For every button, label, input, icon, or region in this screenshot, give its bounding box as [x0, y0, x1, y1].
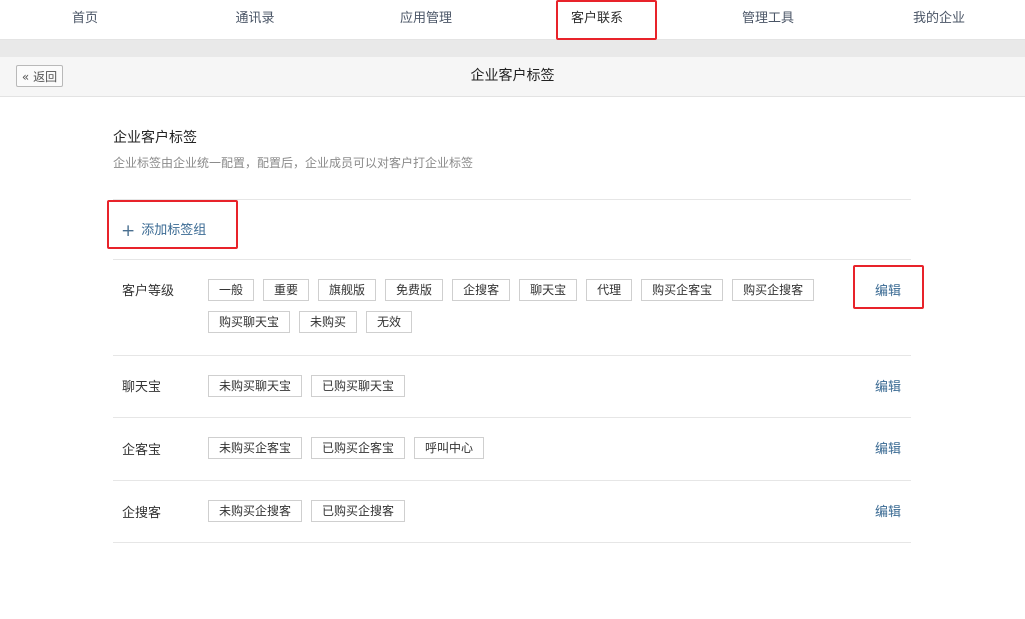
plus-icon: +	[121, 221, 136, 241]
edit-group-button[interactable]: 编辑	[875, 280, 901, 299]
edit-group-button[interactable]: 编辑	[875, 501, 901, 520]
nav-home[interactable]: 首页	[45, 0, 125, 39]
nav-management-tools[interactable]: 管理工具	[728, 0, 808, 39]
tag[interactable]: 未购买企搜客	[208, 500, 303, 522]
tag-list: 未购买聊天宝 已购买聊天宝	[208, 375, 848, 407]
nav-app-management[interactable]: 应用管理	[386, 0, 466, 39]
tag[interactable]: 未购买	[299, 311, 358, 333]
section-title: 企业客户标签	[113, 130, 197, 146]
tag-group-row: 企客宝 未购买企客宝 已购买企客宝 呼叫中心 编辑	[113, 418, 911, 480]
tag[interactable]: 已购买企搜客	[311, 500, 406, 522]
tag-group-name: 客户等级	[122, 284, 175, 299]
nav-customer-contact[interactable]: 客户联系	[557, 0, 637, 39]
tag[interactable]: 未购买聊天宝	[208, 375, 303, 397]
tag[interactable]: 已购买企客宝	[311, 437, 406, 459]
tag[interactable]: 一般	[208, 279, 255, 301]
tag[interactable]: 代理	[586, 279, 633, 301]
tag[interactable]: 未购买企客宝	[208, 437, 303, 459]
edit-group-button[interactable]: 编辑	[875, 376, 901, 395]
tag-group-name: 企搜客	[122, 506, 162, 521]
tag-group-row: 企搜客 未购买企搜客 已购买企搜客 编辑	[113, 481, 911, 542]
tag[interactable]: 购买聊天宝	[208, 311, 291, 333]
tag[interactable]: 购买企搜客	[732, 279, 815, 301]
tag-list: 一般 重要 旗舰版 免费版 企搜客 聊天宝 代理 购买企客宝 购买企搜客购买聊天宝 未购买 无效	[208, 279, 848, 343]
tag-list: 未购买企客宝 已购买企客宝 呼叫中心	[208, 437, 848, 469]
top-navigation: 首页 通讯录 应用管理 客户联系 管理工具 我的企业	[0, 0, 1025, 40]
page-title: 企业客户标签	[470, 68, 555, 84]
edit-group-button[interactable]: 编辑	[875, 438, 901, 457]
nav-contacts[interactable]: 通讯录	[215, 0, 295, 39]
tag-group-name: 企客宝	[122, 443, 162, 458]
divider	[113, 542, 911, 543]
tag-group-row: 客户等级 一般 重要 旗舰版 免费版 企搜客 聊天宝 代理 购买企客宝 购买企搜客购买聊天宝 未购…	[113, 260, 911, 355]
tag[interactable]: 无效	[366, 311, 413, 333]
add-tag-group-label: 添加标签组	[141, 223, 207, 238]
tag[interactable]: 已购买聊天宝	[311, 375, 406, 397]
add-tag-group-button[interactable]: + 添加标签组	[121, 219, 206, 241]
back-button[interactable]: « 返回	[16, 65, 63, 87]
tag-list: 未购买企搜客 已购买企搜客	[208, 500, 848, 532]
tag[interactable]: 免费版	[385, 279, 444, 301]
tag[interactable]: 呼叫中心	[414, 437, 485, 459]
tag[interactable]: 企搜客	[452, 279, 511, 301]
section-description: 企业标签由企业统一配置，配置后，企业成员可以对客户打企业标签	[113, 156, 474, 170]
tag-group-name: 聊天宝	[122, 380, 162, 395]
nav-my-enterprise[interactable]: 我的企业	[899, 0, 979, 39]
tag-group-row: 聊天宝 未购买聊天宝 已购买聊天宝 编辑	[113, 356, 911, 417]
nav-divider-band	[0, 40, 1025, 57]
divider	[113, 199, 911, 200]
tag[interactable]: 聊天宝	[519, 279, 578, 301]
tag[interactable]: 旗舰版	[318, 279, 377, 301]
page-header: 企业客户标签 « 返回	[0, 57, 1025, 97]
tag[interactable]: 重要	[263, 279, 310, 301]
tag[interactable]: 购买企客宝	[641, 279, 724, 301]
